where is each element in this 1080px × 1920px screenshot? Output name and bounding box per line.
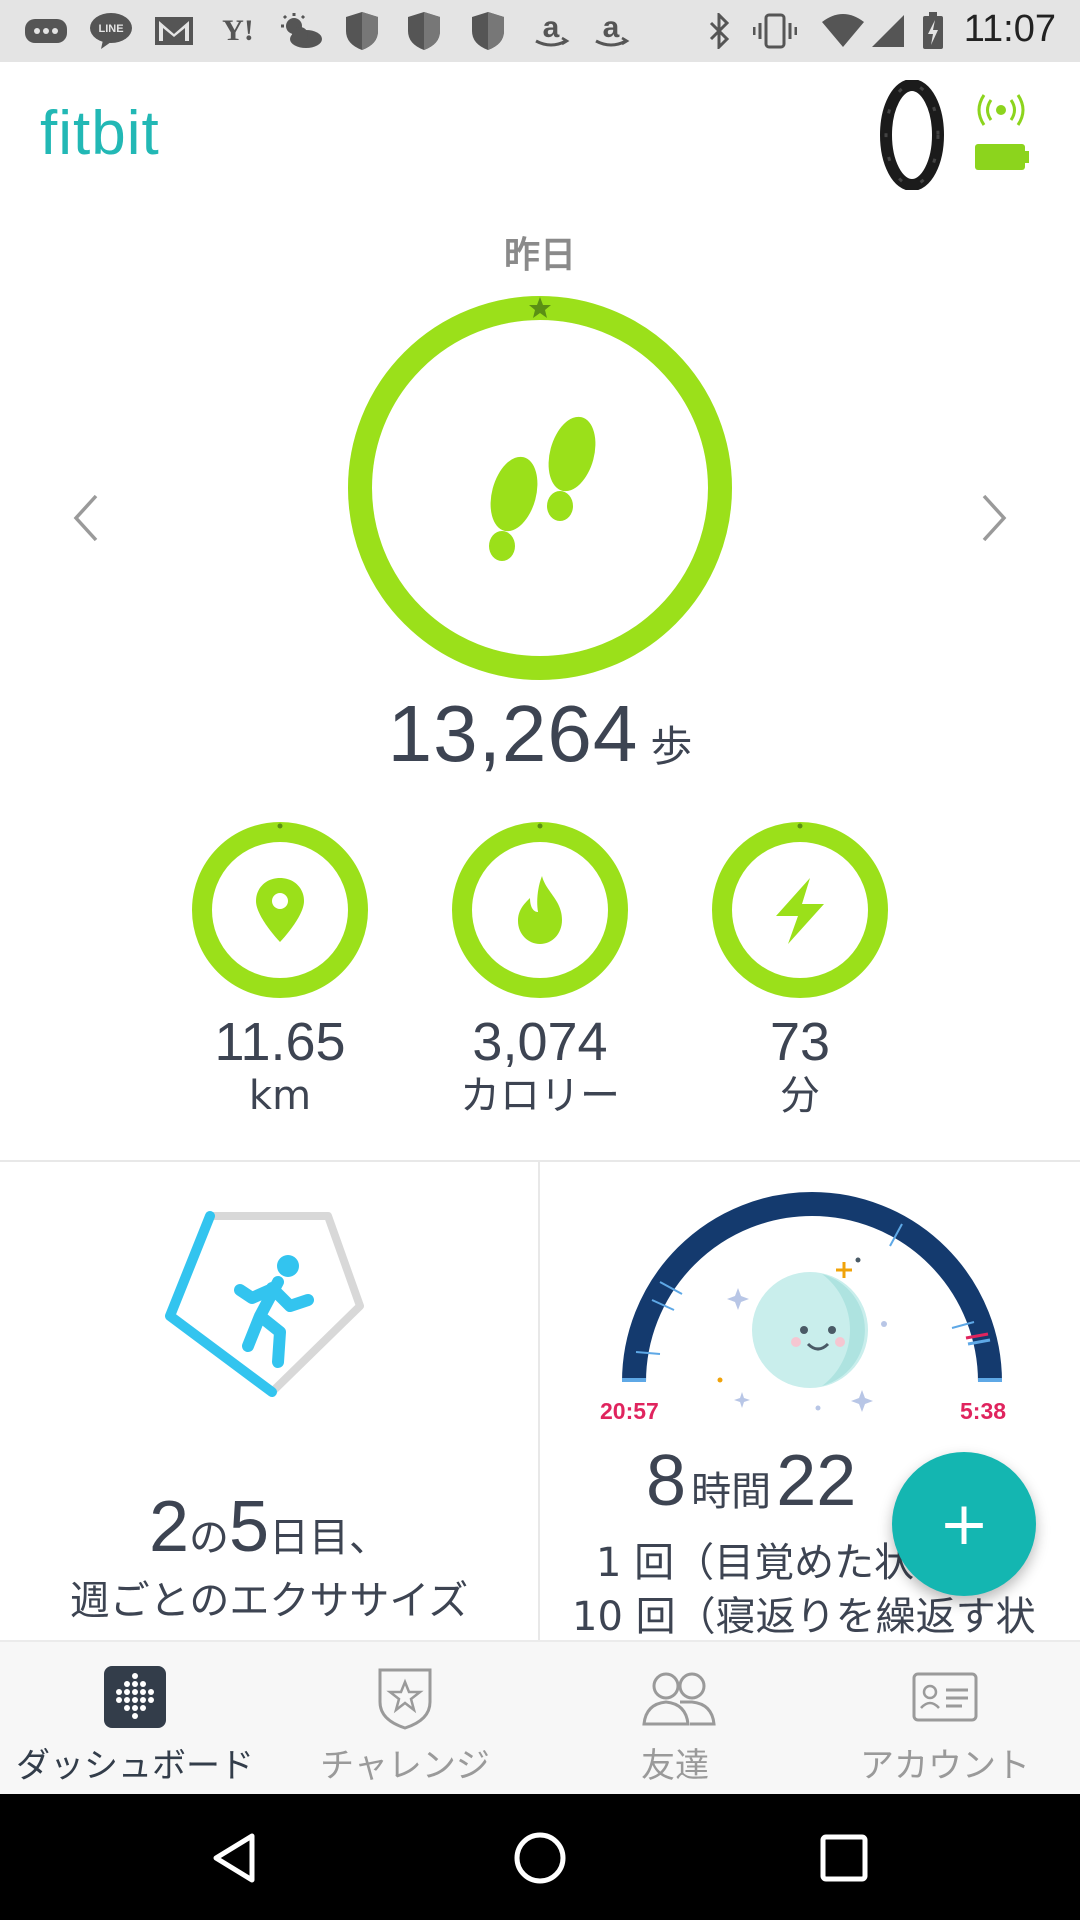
account-card-icon: [910, 1664, 980, 1730]
calories-value: 3,074: [472, 1012, 608, 1072]
sleep-end-time: 5:38: [960, 1398, 1007, 1424]
calories-stat[interactable]: 3,074 カロリー: [430, 820, 650, 1120]
footsteps-icon: [489, 416, 596, 561]
runner-icon: [234, 1255, 314, 1368]
plus-icon: +: [938, 1489, 990, 1559]
amazon-icon: a: [588, 11, 634, 48]
calories-unit: カロリー: [460, 1073, 620, 1119]
distance-unit: km: [248, 1073, 312, 1119]
add-entry-button[interactable]: +: [892, 1452, 1036, 1596]
friends-icon: [640, 1664, 716, 1730]
bluetooth-icon: [702, 13, 736, 49]
steps-ring[interactable]: [346, 294, 734, 682]
gmail-icon: [150, 14, 198, 48]
previous-day-chevron-icon[interactable]: [56, 488, 116, 548]
tab-challenges[interactable]: チャレンジ: [270, 1642, 540, 1796]
svg-text:a: a: [603, 11, 620, 44]
tab-friends[interactable]: 友達: [540, 1642, 810, 1796]
exercise-shield: [160, 1206, 372, 1402]
exercise-subtitle: 週ごとのエクササイズ: [69, 1578, 469, 1624]
steps-progress-arc: [348, 296, 732, 680]
tab-account-label: アカウント: [860, 1746, 1030, 1786]
steps-summary: 13,264 歩: [0, 688, 1080, 780]
tab-friends-label: 友達: [641, 1746, 709, 1786]
exercise-particle: の: [189, 1515, 229, 1561]
tab-account[interactable]: アカウント: [810, 1642, 1080, 1796]
vibrate-icon: [752, 13, 798, 49]
sleep-arc-chart: [612, 1182, 1012, 1422]
steps-value: 13,264: [387, 689, 639, 778]
yahoo-label: Y!: [222, 14, 254, 47]
active-minutes-ring: [710, 820, 890, 1000]
amazon-icon: a: [528, 11, 574, 48]
shield-icon: [404, 12, 444, 50]
distance-stat[interactable]: 11.65 km: [170, 820, 390, 1120]
back-icon[interactable]: [206, 1830, 262, 1886]
battery-charging-icon: [918, 12, 948, 49]
shield-icon: [342, 12, 382, 50]
exercise-total: 5: [229, 1487, 270, 1567]
tab-dashboard-label: ダッシュボード: [16, 1746, 254, 1786]
distance-ring: [190, 820, 370, 1000]
next-day-chevron-icon[interactable]: [964, 488, 1024, 548]
line-icon: LINE: [86, 13, 136, 49]
fitbit-logo: fitbit: [40, 99, 160, 168]
more-icon: [20, 14, 72, 48]
system-navigation-bar: [0, 1794, 1080, 1920]
exercise-progress-arc: [165, 1211, 277, 1397]
bottom-navigation: ダッシュボード チャレンジ 友達 アカウント: [0, 1640, 1080, 1796]
sleeping-moon-icon: [752, 1272, 868, 1388]
distance-value: 11.65: [214, 1012, 346, 1072]
signal-icon: [870, 14, 906, 48]
home-icon[interactable]: [510, 1828, 570, 1888]
device-battery-icon: [974, 142, 1030, 172]
tracker-band-icon[interactable]: [874, 79, 950, 191]
location-pin-icon: [256, 878, 304, 942]
active-minutes-stat[interactable]: 73 分: [690, 820, 910, 1120]
day-label: 昨日: [503, 235, 576, 276]
svg-text:a: a: [543, 11, 560, 44]
sync-signal-icon: [976, 92, 1026, 128]
recent-apps-icon[interactable]: [818, 1832, 870, 1884]
weather-icon: [276, 13, 326, 48]
status-bar: LINE Y! a a 11:07: [0, 0, 1080, 62]
exercise-count: 2: [148, 1487, 189, 1567]
sleep-hours: 8: [646, 1441, 687, 1521]
steps-unit: 歩: [650, 722, 693, 771]
shield-icon: [468, 12, 508, 50]
flame-icon: [518, 876, 562, 944]
wifi-icon: [820, 14, 866, 48]
tab-dashboard[interactable]: ダッシュボード: [0, 1642, 270, 1796]
sleep-hours-unit: 時間: [691, 1469, 772, 1515]
exercise-suffix: 日目、: [269, 1515, 390, 1561]
challenge-badge-icon: [370, 1664, 440, 1730]
exercise-day-count: 2の5日目、: [0, 1486, 538, 1568]
active-minutes-value: 73: [769, 1012, 831, 1072]
sleep-restless-count: 10 回（寝返りを繰返す状: [572, 1594, 1036, 1640]
active-minutes-unit: 分: [780, 1073, 820, 1119]
status-time: 11:07: [963, 8, 1056, 50]
dashboard-icon: [100, 1664, 170, 1730]
tab-challenges-label: チャレンジ: [320, 1746, 490, 1786]
sleep-start-time: 20:57: [600, 1398, 659, 1424]
calories-ring: [450, 820, 630, 1000]
lightning-icon: [776, 878, 824, 944]
yahoo-icon: Y!: [210, 14, 266, 48]
sleep-minutes: 22: [776, 1441, 857, 1521]
line-label: LINE: [98, 23, 123, 35]
